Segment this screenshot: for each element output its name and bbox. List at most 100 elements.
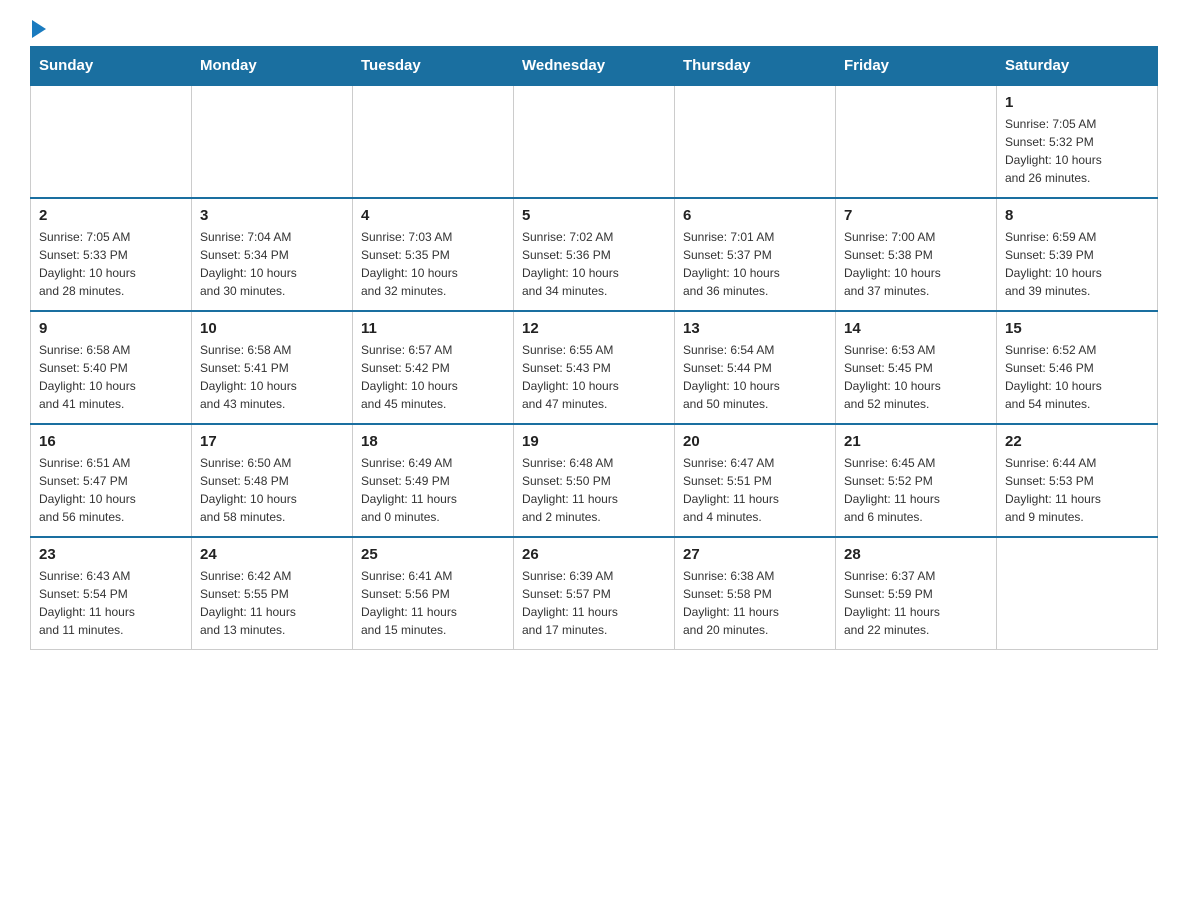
day-info: Sunrise: 6:58 AM Sunset: 5:41 PM Dayligh…: [200, 341, 344, 413]
day-info: Sunrise: 6:47 AM Sunset: 5:51 PM Dayligh…: [683, 454, 827, 526]
calendar-table: SundayMondayTuesdayWednesdayThursdayFrid…: [30, 46, 1158, 650]
day-number: 24: [200, 546, 344, 563]
calendar-cell: 20 Sunrise: 6:47 AM Sunset: 5:51 PM Dayli…: [675, 424, 836, 537]
calendar-header-row: SundayMondayTuesdayWednesdayThursdayFrid…: [31, 47, 1158, 86]
day-info: Sunrise: 6:37 AM Sunset: 5:59 PM Dayligh…: [844, 567, 988, 639]
day-info: Sunrise: 7:00 AM Sunset: 5:38 PM Dayligh…: [844, 228, 988, 300]
calendar-cell: [192, 85, 353, 198]
day-info: Sunrise: 6:38 AM Sunset: 5:58 PM Dayligh…: [683, 567, 827, 639]
day-number: 7: [844, 207, 988, 224]
week-row-3: 9 Sunrise: 6:58 AM Sunset: 5:40 PM Daylig…: [31, 311, 1158, 424]
day-number: 12: [522, 320, 666, 337]
calendar-cell: 11 Sunrise: 6:57 AM Sunset: 5:42 PM Dayli…: [353, 311, 514, 424]
day-number: 14: [844, 320, 988, 337]
day-number: 15: [1005, 320, 1149, 337]
day-info: Sunrise: 6:52 AM Sunset: 5:46 PM Dayligh…: [1005, 341, 1149, 413]
logo-general-text: [30, 20, 46, 40]
day-info: Sunrise: 6:55 AM Sunset: 5:43 PM Dayligh…: [522, 341, 666, 413]
calendar-cell: 15 Sunrise: 6:52 AM Sunset: 5:46 PM Dayli…: [997, 311, 1158, 424]
column-header-tuesday: Tuesday: [353, 47, 514, 86]
calendar-cell: [675, 85, 836, 198]
day-number: 6: [683, 207, 827, 224]
day-number: 2: [39, 207, 183, 224]
day-info: Sunrise: 7:01 AM Sunset: 5:37 PM Dayligh…: [683, 228, 827, 300]
calendar-cell: [353, 85, 514, 198]
column-header-monday: Monday: [192, 47, 353, 86]
day-info: Sunrise: 6:58 AM Sunset: 5:40 PM Dayligh…: [39, 341, 183, 413]
calendar-cell: 12 Sunrise: 6:55 AM Sunset: 5:43 PM Dayli…: [514, 311, 675, 424]
day-info: Sunrise: 6:44 AM Sunset: 5:53 PM Dayligh…: [1005, 454, 1149, 526]
week-row-2: 2 Sunrise: 7:05 AM Sunset: 5:33 PM Daylig…: [31, 198, 1158, 311]
calendar-cell: [514, 85, 675, 198]
day-info: Sunrise: 6:51 AM Sunset: 5:47 PM Dayligh…: [39, 454, 183, 526]
day-number: 25: [361, 546, 505, 563]
calendar-cell: 6 Sunrise: 7:01 AM Sunset: 5:37 PM Daylig…: [675, 198, 836, 311]
column-header-thursday: Thursday: [675, 47, 836, 86]
calendar-cell: 25 Sunrise: 6:41 AM Sunset: 5:56 PM Dayli…: [353, 537, 514, 650]
calendar-cell: 1 Sunrise: 7:05 AM Sunset: 5:32 PM Daylig…: [997, 85, 1158, 198]
day-number: 17: [200, 433, 344, 450]
day-info: Sunrise: 6:54 AM Sunset: 5:44 PM Dayligh…: [683, 341, 827, 413]
calendar-cell: 8 Sunrise: 6:59 AM Sunset: 5:39 PM Daylig…: [997, 198, 1158, 311]
day-number: 9: [39, 320, 183, 337]
calendar-cell: 21 Sunrise: 6:45 AM Sunset: 5:52 PM Dayli…: [836, 424, 997, 537]
page-header: [30, 20, 1158, 36]
day-number: 23: [39, 546, 183, 563]
day-info: Sunrise: 6:48 AM Sunset: 5:50 PM Dayligh…: [522, 454, 666, 526]
calendar-cell: 5Sunrise: 7:02 AM Sunset: 5:36 PM Daylig…: [514, 198, 675, 311]
column-header-friday: Friday: [836, 47, 997, 86]
logo-flag-icon: [32, 20, 46, 38]
calendar-cell: 27 Sunrise: 6:38 AM Sunset: 5:58 PM Dayli…: [675, 537, 836, 650]
day-info: Sunrise: 6:59 AM Sunset: 5:39 PM Dayligh…: [1005, 228, 1149, 300]
week-row-1: 1 Sunrise: 7:05 AM Sunset: 5:32 PM Daylig…: [31, 85, 1158, 198]
day-info: Sunrise: 7:04 AM Sunset: 5:34 PM Dayligh…: [200, 228, 344, 300]
day-number: 4: [361, 207, 505, 224]
column-header-saturday: Saturday: [997, 47, 1158, 86]
day-info: Sunrise: 7:05 AM Sunset: 5:33 PM Dayligh…: [39, 228, 183, 300]
calendar-cell: 24 Sunrise: 6:42 AM Sunset: 5:55 PM Dayli…: [192, 537, 353, 650]
day-number: 16: [39, 433, 183, 450]
calendar-cell: 28 Sunrise: 6:37 AM Sunset: 5:59 PM Dayli…: [836, 537, 997, 650]
calendar-cell: [997, 537, 1158, 650]
day-number: 5: [522, 207, 666, 224]
calendar-cell: 17 Sunrise: 6:50 AM Sunset: 5:48 PM Dayli…: [192, 424, 353, 537]
day-number: 3: [200, 207, 344, 224]
week-row-5: 23 Sunrise: 6:43 AM Sunset: 5:54 PM Dayli…: [31, 537, 1158, 650]
day-number: 11: [361, 320, 505, 337]
day-info: Sunrise: 6:42 AM Sunset: 5:55 PM Dayligh…: [200, 567, 344, 639]
calendar-cell: 22 Sunrise: 6:44 AM Sunset: 5:53 PM Dayli…: [997, 424, 1158, 537]
logo: [30, 20, 46, 36]
calendar-cell: 23 Sunrise: 6:43 AM Sunset: 5:54 PM Dayli…: [31, 537, 192, 650]
day-info: Sunrise: 7:03 AM Sunset: 5:35 PM Dayligh…: [361, 228, 505, 300]
day-info: Sunrise: 7:05 AM Sunset: 5:32 PM Dayligh…: [1005, 115, 1149, 187]
day-info: Sunrise: 6:43 AM Sunset: 5:54 PM Dayligh…: [39, 567, 183, 639]
day-info: Sunrise: 6:50 AM Sunset: 5:48 PM Dayligh…: [200, 454, 344, 526]
calendar-cell: 14Sunrise: 6:53 AM Sunset: 5:45 PM Dayli…: [836, 311, 997, 424]
day-number: 10: [200, 320, 344, 337]
day-number: 20: [683, 433, 827, 450]
day-number: 1: [1005, 94, 1149, 111]
calendar-cell: [31, 85, 192, 198]
calendar-cell: 4 Sunrise: 7:03 AM Sunset: 5:35 PM Daylig…: [353, 198, 514, 311]
calendar-cell: 7 Sunrise: 7:00 AM Sunset: 5:38 PM Daylig…: [836, 198, 997, 311]
day-info: Sunrise: 6:57 AM Sunset: 5:42 PM Dayligh…: [361, 341, 505, 413]
day-number: 19: [522, 433, 666, 450]
day-number: 26: [522, 546, 666, 563]
day-info: Sunrise: 6:49 AM Sunset: 5:49 PM Dayligh…: [361, 454, 505, 526]
day-info: Sunrise: 6:41 AM Sunset: 5:56 PM Dayligh…: [361, 567, 505, 639]
day-number: 22: [1005, 433, 1149, 450]
calendar-cell: 13Sunrise: 6:54 AM Sunset: 5:44 PM Dayli…: [675, 311, 836, 424]
calendar-cell: 16 Sunrise: 6:51 AM Sunset: 5:47 PM Dayli…: [31, 424, 192, 537]
column-header-wednesday: Wednesday: [514, 47, 675, 86]
calendar-cell: 9 Sunrise: 6:58 AM Sunset: 5:40 PM Daylig…: [31, 311, 192, 424]
calendar-cell: 19 Sunrise: 6:48 AM Sunset: 5:50 PM Dayli…: [514, 424, 675, 537]
day-info: Sunrise: 6:39 AM Sunset: 5:57 PM Dayligh…: [522, 567, 666, 639]
day-info: Sunrise: 6:45 AM Sunset: 5:52 PM Dayligh…: [844, 454, 988, 526]
calendar-cell: 10 Sunrise: 6:58 AM Sunset: 5:41 PM Dayli…: [192, 311, 353, 424]
day-number: 28: [844, 546, 988, 563]
day-number: 8: [1005, 207, 1149, 224]
calendar-cell: 2 Sunrise: 7:05 AM Sunset: 5:33 PM Daylig…: [31, 198, 192, 311]
calendar-cell: 26 Sunrise: 6:39 AM Sunset: 5:57 PM Dayli…: [514, 537, 675, 650]
day-number: 27: [683, 546, 827, 563]
day-number: 21: [844, 433, 988, 450]
